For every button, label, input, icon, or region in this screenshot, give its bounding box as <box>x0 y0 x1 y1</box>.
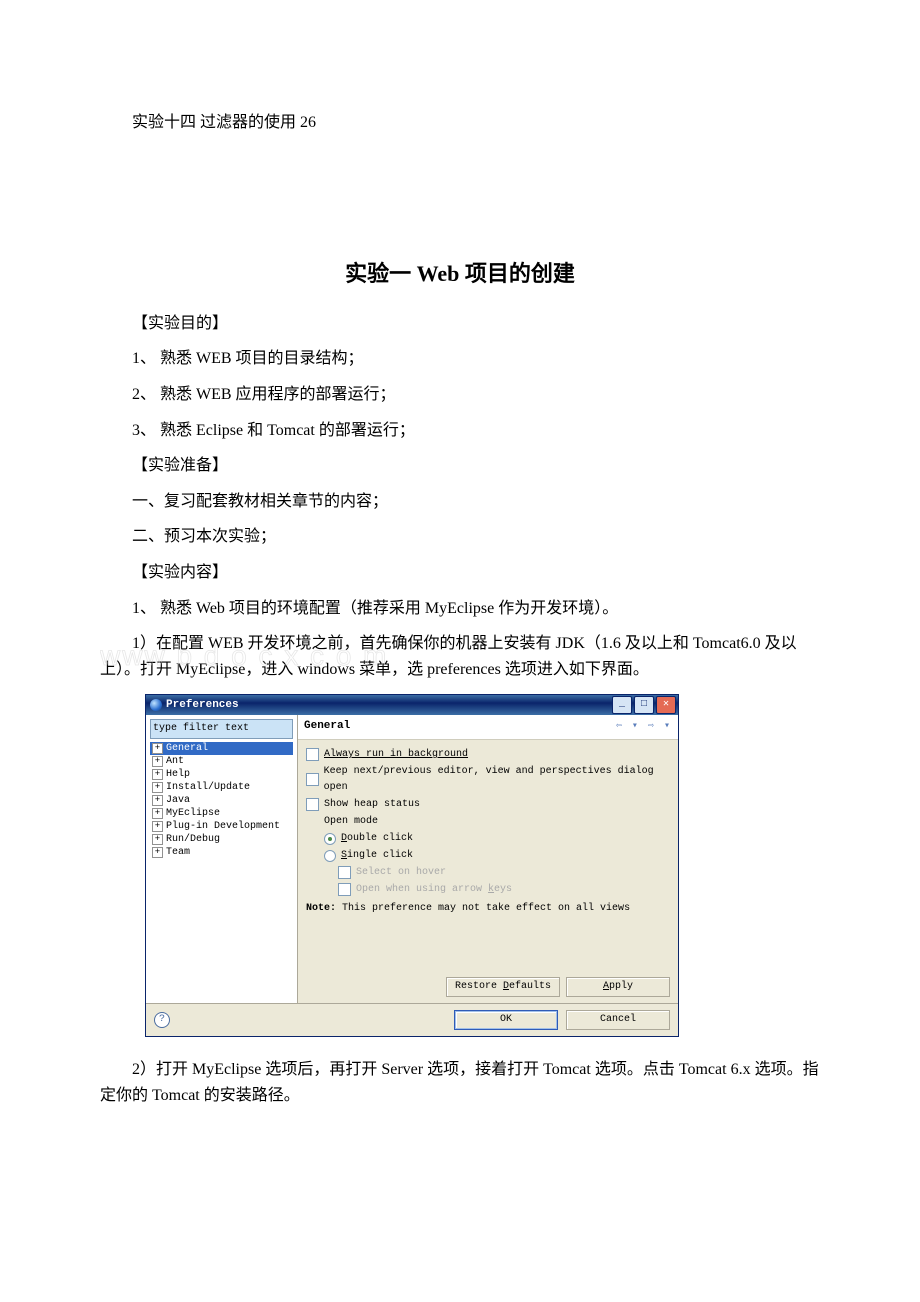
tree-label: Run/Debug <box>166 833 220 846</box>
expand-icon[interactable]: + <box>152 808 163 819</box>
section-header: General ⇦ ▾ ⇨ ▾ <box>298 715 678 740</box>
window-title: Preferences <box>166 697 239 715</box>
expand-icon[interactable]: + <box>152 743 163 754</box>
radio-icon <box>324 833 336 845</box>
checkbox-keep-dialog-open[interactable]: Keep next/previous editor, view and pers… <box>306 764 670 796</box>
checkbox-icon <box>306 773 319 786</box>
section-title: General <box>304 718 350 736</box>
tree-item-java[interactable]: +Java <box>150 794 293 807</box>
ok-button[interactable]: OK <box>454 1010 558 1030</box>
expand-icon[interactable]: + <box>152 834 163 845</box>
experiment-heading: 实验一 Web 项目的创建 <box>100 256 820 291</box>
expand-icon[interactable]: + <box>152 847 163 858</box>
tree-item-run-debug[interactable]: +Run/Debug <box>150 833 293 846</box>
radio-icon <box>324 850 336 862</box>
radio-single-click[interactable]: Single click <box>324 848 670 864</box>
checkbox-label: Select on hover <box>356 865 446 881</box>
tree-item-plugin-dev[interactable]: +Plug-in Development <box>150 820 293 833</box>
minimize-button[interactable]: _ <box>612 696 632 714</box>
expand-icon[interactable]: + <box>152 769 163 780</box>
tree-item-myeclipse[interactable]: +MyEclipse <box>150 807 293 820</box>
nav-arrows-icon[interactable]: ⇦ ▾ ⇨ ▾ <box>616 719 672 735</box>
tree-item-ant[interactable]: +Ant <box>150 755 293 768</box>
objective-item: 2、 熟悉 WEB 应用程序的部署运行； <box>100 382 820 408</box>
close-button[interactable]: ✕ <box>656 696 676 714</box>
open-mode-group-label: Open mode <box>324 814 670 830</box>
cancel-button[interactable]: Cancel <box>566 1010 670 1030</box>
help-icon[interactable]: ? <box>154 1012 170 1028</box>
tree-label: Ant <box>166 755 184 768</box>
content-label: 【实验内容】 <box>100 560 820 586</box>
maximize-button[interactable]: □ <box>634 696 654 714</box>
note-text: Note: This preference may not take effec… <box>306 901 670 917</box>
filter-input[interactable]: type filter text <box>150 719 293 739</box>
checkbox-icon <box>338 866 351 879</box>
objective-item: 3、 熟悉 Eclipse 和 Tomcat 的部署运行； <box>100 418 820 444</box>
content-subitem: 1）在配置 WEB 开发环境之前，首先确保你的机器上安装有 JDK（1.6 及以… <box>100 631 820 682</box>
tree-item-install-update[interactable]: +Install/Update <box>150 781 293 794</box>
prepare-item: 二、预习本次实验； <box>100 524 820 550</box>
expand-icon[interactable]: + <box>152 782 163 793</box>
tree-item-help[interactable]: +Help <box>150 768 293 781</box>
content-subitem: 2）打开 MyEclipse 选项后，再打开 Server 选项，接着打开 To… <box>100 1057 820 1108</box>
checkbox-run-in-background[interactable]: Always run in background <box>306 747 670 763</box>
objective-label: 【实验目的】 <box>100 311 820 337</box>
dialog-footer: ? OK Cancel <box>146 1003 678 1036</box>
checkbox-icon <box>306 748 319 761</box>
tree-label: Plug-in Development <box>166 820 280 833</box>
radio-label: Single click <box>341 848 413 864</box>
preferences-window: Preferences _ □ ✕ type filter text +Gene… <box>145 694 679 1037</box>
toc-entry: 实验十四 过滤器的使用 26 <box>100 110 820 136</box>
expand-icon[interactable]: + <box>152 756 163 767</box>
checkbox-label: Always run in background <box>324 747 468 763</box>
expand-icon[interactable]: + <box>152 821 163 832</box>
checkbox-icon <box>306 798 319 811</box>
objective-item: 1、 熟悉 WEB 项目的目录结构； <box>100 346 820 372</box>
checkbox-select-on-hover: Select on hover <box>338 865 670 881</box>
restore-defaults-button[interactable]: Restore Defaults <box>446 977 560 997</box>
preferences-content-pane: General ⇦ ▾ ⇨ ▾ Always run in background… <box>298 715 678 1003</box>
radio-double-click[interactable]: Double click <box>324 831 670 847</box>
apply-button[interactable]: Apply <box>566 977 670 997</box>
radio-label: Double click <box>341 831 413 847</box>
checkbox-label: Open when using arrow keys <box>356 882 512 898</box>
preferences-tree-pane: type filter text +General +Ant +Help +In… <box>146 715 298 1003</box>
tree-label: MyEclipse <box>166 807 220 820</box>
tree-label: Help <box>166 768 190 781</box>
content-item: 1、 熟悉 Web 项目的环境配置（推荐采用 MyEclipse 作为开发环境）… <box>100 596 820 622</box>
checkbox-label: Show heap status <box>324 797 420 813</box>
tree-item-team[interactable]: +Team <box>150 846 293 859</box>
tree-label: General <box>166 742 208 755</box>
tree-label: Java <box>166 794 190 807</box>
expand-icon[interactable]: + <box>152 795 163 806</box>
checkbox-open-arrow-keys: Open when using arrow keys <box>338 882 670 898</box>
checkbox-icon <box>338 883 351 896</box>
window-titlebar[interactable]: Preferences _ □ ✕ <box>146 695 678 715</box>
prepare-label: 【实验准备】 <box>100 453 820 479</box>
app-icon <box>150 699 162 711</box>
tree-item-general[interactable]: +General <box>150 742 293 755</box>
tree-label: Install/Update <box>166 781 250 794</box>
prepare-item: 一、复习配套教材相关章节的内容； <box>100 489 820 515</box>
checkbox-label: Keep next/previous editor, view and pers… <box>324 764 670 796</box>
tree-label: Team <box>166 846 190 859</box>
checkbox-show-heap-status[interactable]: Show heap status <box>306 797 670 813</box>
